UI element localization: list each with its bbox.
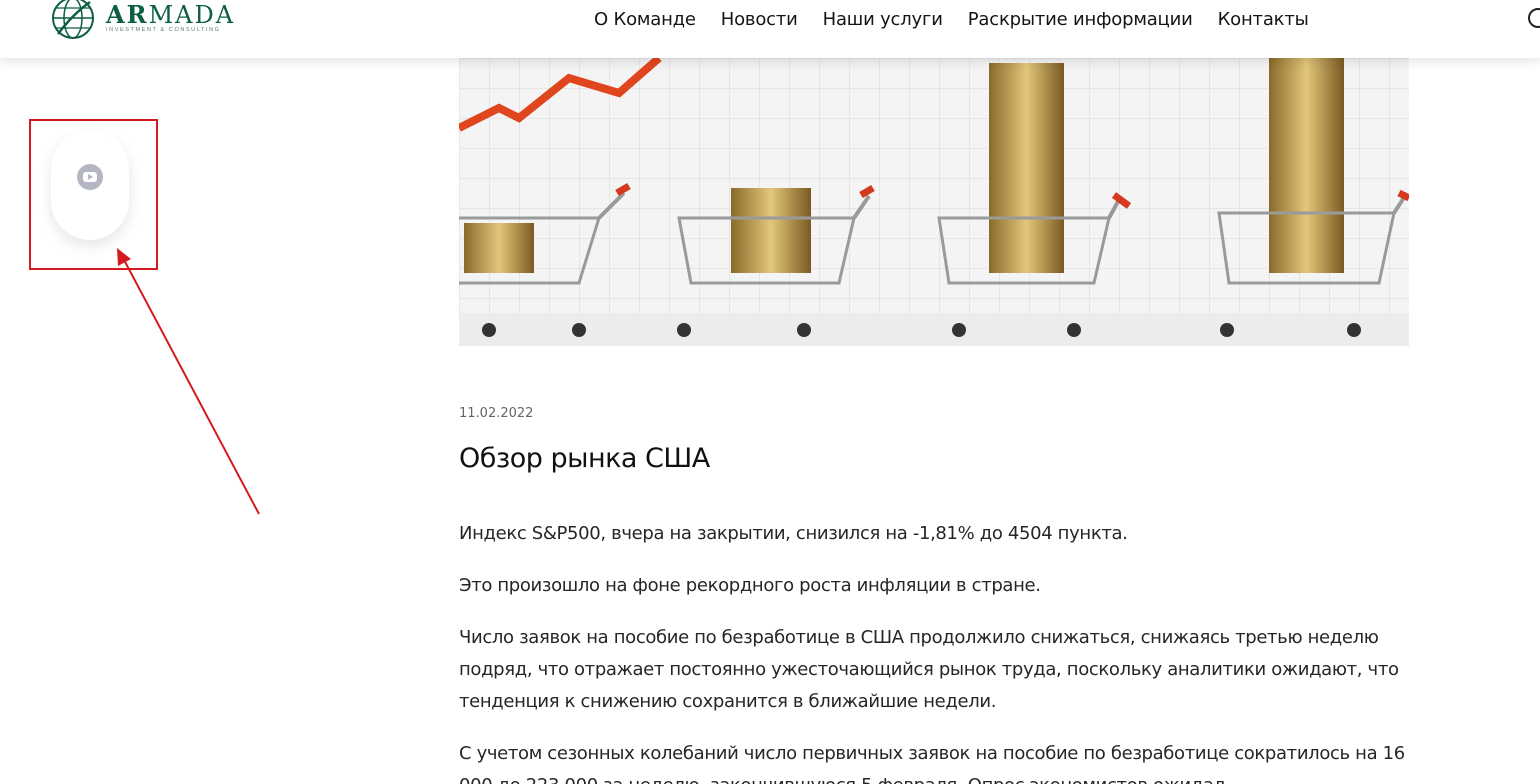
- article-paragraph: С учетом сезонных колебаний число первич…: [459, 743, 1405, 784]
- armada-logo[interactable]: ARMADA INVESTMENT & CONSULTING: [46, 0, 235, 42]
- article-hero-image: [459, 58, 1409, 346]
- article-body: Индекс S&P500, вчера на закрытии, снизил…: [459, 518, 1419, 784]
- logo-name-part2: MADA: [148, 0, 236, 29]
- article-paragraph: Это произошло на фоне рекордного роста и…: [459, 575, 1041, 596]
- nav-item-team[interactable]: О Команде: [594, 9, 696, 30]
- main-nav: О Команде Новости Наши услуги Раскрытие …: [594, 9, 1334, 30]
- article-date: 11.02.2022: [459, 406, 534, 421]
- search-icon[interactable]: [1528, 8, 1540, 28]
- nav-item-disclosure[interactable]: Раскрытие информации: [968, 9, 1193, 30]
- shopping-carts-coins-image: [459, 58, 1409, 346]
- logo-name-part1: AR: [106, 0, 149, 29]
- logo-name: ARMADA: [106, 0, 236, 29]
- globe-logo-icon: [52, 0, 94, 39]
- site-header: ARMADA INVESTMENT & CONSULTING О Команде…: [0, 0, 1540, 58]
- article-title: Обзор рынка США: [459, 443, 710, 474]
- logo-subtitle: INVESTMENT & CONSULTING: [106, 26, 221, 33]
- article-paragraph: Индекс S&P500, вчера на закрытии, снизил…: [459, 523, 1128, 544]
- nav-item-services[interactable]: Наши услуги: [823, 9, 943, 30]
- article-paragraph: Число заявок на пособие по безработице в…: [459, 627, 1399, 712]
- nav-item-news[interactable]: Новости: [721, 9, 798, 30]
- nav-item-contacts[interactable]: Контакты: [1218, 9, 1309, 30]
- annotation-highlight-box: [29, 119, 158, 270]
